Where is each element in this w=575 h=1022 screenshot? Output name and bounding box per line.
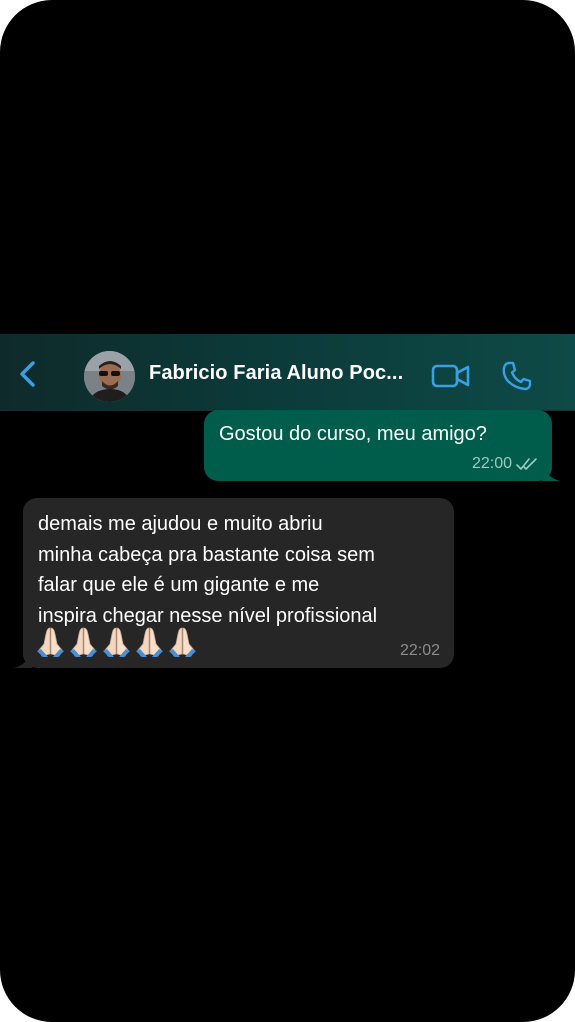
avatar[interactable] [84, 351, 135, 402]
bubble-tail [542, 465, 560, 481]
folded-hands-emoji [136, 627, 163, 657]
chevron-left-icon[interactable] [14, 358, 42, 390]
folded-hands-emoji [37, 627, 64, 657]
contact-photo [84, 351, 135, 402]
folded-hands-emoji [103, 627, 130, 657]
message-text: demais me ajudou e muito abriu minha cab… [38, 513, 378, 627]
phone-screen: Fabricio Faria Aluno Poc... Gostou do cu… [0, 0, 575, 1022]
contact-name[interactable]: Fabricio Faria Aluno Poc... [149, 362, 424, 385]
double-check-icon [516, 458, 537, 470]
message-text: Gostou do curso, meu amigo? [219, 423, 487, 445]
message-time: 22:00 [471, 455, 512, 472]
message-time: 22:02 [399, 642, 440, 659]
folded-hands-emoji [169, 627, 196, 657]
emoji-row [35, 626, 198, 658]
phone-icon[interactable] [501, 360, 533, 392]
bubble-tail [14, 652, 32, 668]
chat-header: Fabricio Faria Aluno Poc... [0, 334, 575, 411]
video-camera-icon[interactable] [431, 362, 471, 390]
message-meta: 22:00 [472, 455, 538, 473]
folded-hands-emoji [70, 627, 97, 657]
outgoing-message[interactable]: Gostou do curso, meu amigo? 22:00 [204, 410, 560, 481]
incoming-message[interactable]: demais me ajudou e muito abriu minha cab… [14, 498, 454, 668]
